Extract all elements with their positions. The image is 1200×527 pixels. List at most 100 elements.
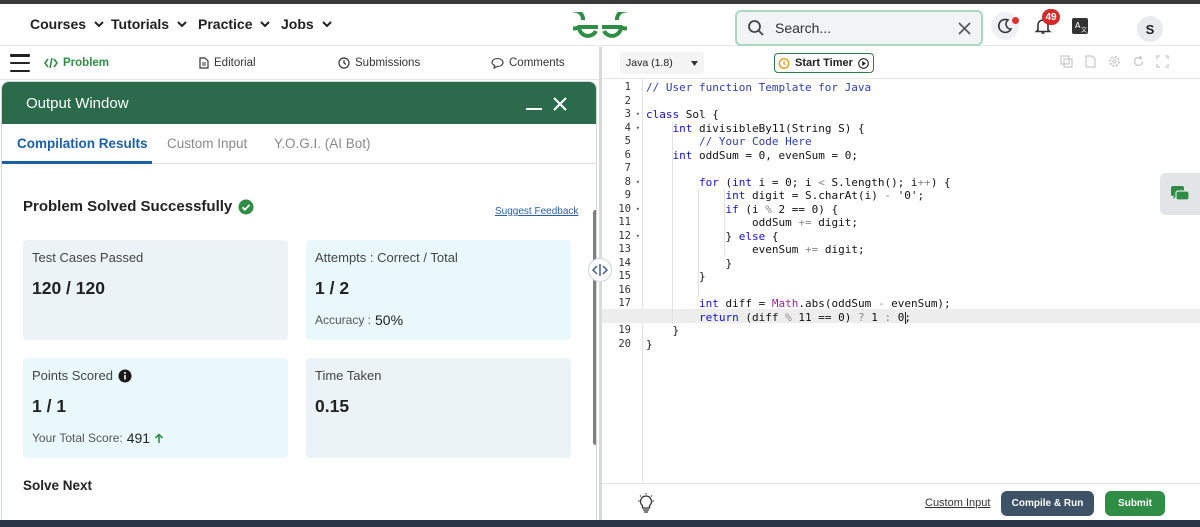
attempts-card: Attempts : Correct / Total 1 / 2 Accurac… bbox=[306, 240, 571, 340]
nav-jobs-label: Jobs bbox=[281, 16, 314, 32]
tab-comments[interactable]: Comments bbox=[491, 57, 565, 69]
file-icon[interactable] bbox=[1084, 55, 1097, 68]
stopwatch-icon bbox=[778, 58, 790, 69]
line-number: 9 bbox=[602, 189, 643, 203]
nav-jobs[interactable]: Jobs bbox=[281, 16, 334, 32]
line-number-text: 14 bbox=[618, 256, 631, 269]
code-line: for (int i = 0; i < S.length(); i++) { bbox=[698, 175, 951, 189]
caret-down-icon bbox=[691, 60, 698, 66]
total-score-value: 491 bbox=[126, 430, 151, 446]
gfg-logo[interactable] bbox=[573, 12, 627, 42]
fold-arrow-icon[interactable]: ▾ bbox=[636, 176, 640, 190]
nav-practice-label: Practice bbox=[198, 16, 253, 32]
output-scrollbar[interactable] bbox=[593, 210, 596, 445]
code-line: int digit = S.charAt(i) - '0'; bbox=[725, 189, 925, 202]
menu-icon[interactable] bbox=[10, 54, 30, 72]
line-number-gutter: 123▾4▾5678▾910▾1112▾1314151617181920 bbox=[602, 79, 643, 483]
copy-icon[interactable] bbox=[1060, 55, 1073, 68]
fold-arrow-icon[interactable]: ▾ bbox=[636, 122, 640, 136]
resize-handle[interactable] bbox=[588, 258, 612, 282]
code-line: int divisibleBy11(String S) { bbox=[672, 121, 865, 135]
points-card: Points Scored 1 / 1 Your Total Score: 49… bbox=[23, 358, 288, 458]
arrow-up-icon bbox=[155, 432, 164, 443]
suggest-feedback-link[interactable]: Suggest Feedback bbox=[495, 206, 578, 217]
reset-icon[interactable] bbox=[1132, 55, 1145, 68]
nav-practice[interactable]: Practice bbox=[198, 16, 272, 32]
line-number-text: 2 bbox=[624, 94, 631, 107]
output-tabs: Compilation Results Custom Input Y.O.G.I… bbox=[2, 124, 596, 164]
lightbulb-icon[interactable] bbox=[637, 493, 655, 515]
fullscreen-icon[interactable] bbox=[1156, 55, 1169, 68]
nav-tutorials-label: Tutorials bbox=[111, 16, 170, 32]
submit-button[interactable]: Submit bbox=[1105, 491, 1165, 516]
tests-passed-card: Test Cases Passed 120 / 120 bbox=[23, 240, 288, 340]
tests-passed-value: 120 / 120 bbox=[32, 278, 105, 298]
tab-yogi-ai-bot[interactable]: Y.O.G.I. (AI Bot) bbox=[274, 136, 371, 151]
search-box[interactable]: Search... bbox=[735, 10, 983, 46]
svg-text:文: 文 bbox=[1081, 26, 1087, 34]
accuracy-row: Accuracy : 50% bbox=[315, 312, 403, 328]
code-line: oddSum += digit; bbox=[646, 216, 858, 229]
fold-arrow-icon[interactable]: ▾ bbox=[636, 203, 640, 217]
start-timer-button[interactable]: Start Timer bbox=[774, 53, 874, 73]
line-number: 2 bbox=[602, 95, 643, 109]
minimize-icon[interactable] bbox=[526, 108, 542, 110]
search-input[interactable]: Search... bbox=[775, 20, 948, 36]
translate-button[interactable]: A文 bbox=[1066, 12, 1094, 40]
gear-icon[interactable] bbox=[1108, 55, 1121, 68]
tab-custom-input[interactable]: Custom Input bbox=[167, 136, 247, 151]
close-icon[interactable] bbox=[551, 95, 569, 113]
points-label-row: Points Scored bbox=[32, 368, 132, 383]
line-number: 7 bbox=[602, 162, 643, 176]
chevron-down-icon bbox=[321, 21, 332, 28]
nav-tutorials[interactable]: Tutorials bbox=[111, 16, 189, 32]
line-number: 16 bbox=[602, 284, 643, 298]
problem-pane: Problem Editorial Submissions Comments O… bbox=[0, 47, 599, 527]
moon-icon bbox=[998, 18, 1013, 34]
custom-input-link[interactable]: Custom Input bbox=[925, 497, 990, 509]
fold-arrow-icon[interactable]: ▾ bbox=[636, 230, 640, 244]
tab-comments-label: Comments bbox=[509, 57, 565, 69]
indent-guide bbox=[724, 189, 725, 257]
language-select[interactable]: Java (1.8) bbox=[620, 52, 704, 74]
line-number-text: 4 bbox=[624, 121, 631, 134]
fold-arrow-icon[interactable]: ▾ bbox=[636, 108, 640, 122]
code-line: } bbox=[646, 324, 680, 337]
translate-icon: A文 bbox=[1072, 18, 1088, 34]
line-number-text: 9 bbox=[624, 189, 631, 201]
line-number: 8 ▾ bbox=[602, 176, 643, 190]
time-taken-card: Time Taken 0.15 bbox=[306, 358, 571, 458]
tab-submissions-label: Submissions bbox=[355, 57, 421, 69]
line-number: 20 bbox=[602, 338, 643, 352]
chat-icon bbox=[1171, 186, 1190, 201]
code-line: evenSum += digit; bbox=[646, 243, 865, 256]
line-number-text: 13 bbox=[618, 243, 631, 255]
line-number-text: 3 bbox=[624, 108, 631, 120]
tab-submissions[interactable]: Submissions bbox=[338, 57, 420, 69]
info-icon[interactable] bbox=[118, 369, 132, 383]
tab-compilation-results[interactable]: Compilation Results bbox=[17, 136, 148, 151]
compile-run-button[interactable]: Compile & Run bbox=[1001, 491, 1094, 516]
line-number-text: 8 bbox=[624, 175, 631, 188]
code-area[interactable]: // User function Template for Java class … bbox=[643, 79, 1200, 483]
taskbar-strip bbox=[0, 520, 1200, 527]
success-text: Problem Solved Successfully bbox=[23, 198, 233, 215]
close-icon[interactable] bbox=[958, 21, 971, 35]
nav-courses-label: Courses bbox=[30, 16, 87, 32]
line-number: 6 bbox=[602, 149, 643, 163]
chat-button[interactable] bbox=[1160, 173, 1200, 215]
line-number: 1 bbox=[602, 81, 643, 95]
points-label: Points Scored bbox=[32, 368, 113, 383]
notification-badge: 49 bbox=[1042, 9, 1060, 25]
line-number-text: 10 bbox=[618, 202, 631, 215]
nav-courses[interactable]: Courses bbox=[30, 16, 106, 32]
tab-problem[interactable]: Problem bbox=[44, 57, 109, 69]
tab-editorial[interactable]: Editorial bbox=[199, 57, 256, 69]
line-number: 11 bbox=[602, 216, 643, 230]
code-line: int diff = Math.abs(oddSum - evenSum); bbox=[698, 297, 951, 310]
line-number-text: 20 bbox=[618, 337, 631, 350]
avatar[interactable]: S bbox=[1137, 16, 1163, 42]
line-number: 3 ▾ bbox=[602, 108, 643, 122]
comment-icon bbox=[491, 57, 504, 69]
line-number-text: 12 bbox=[618, 229, 631, 242]
